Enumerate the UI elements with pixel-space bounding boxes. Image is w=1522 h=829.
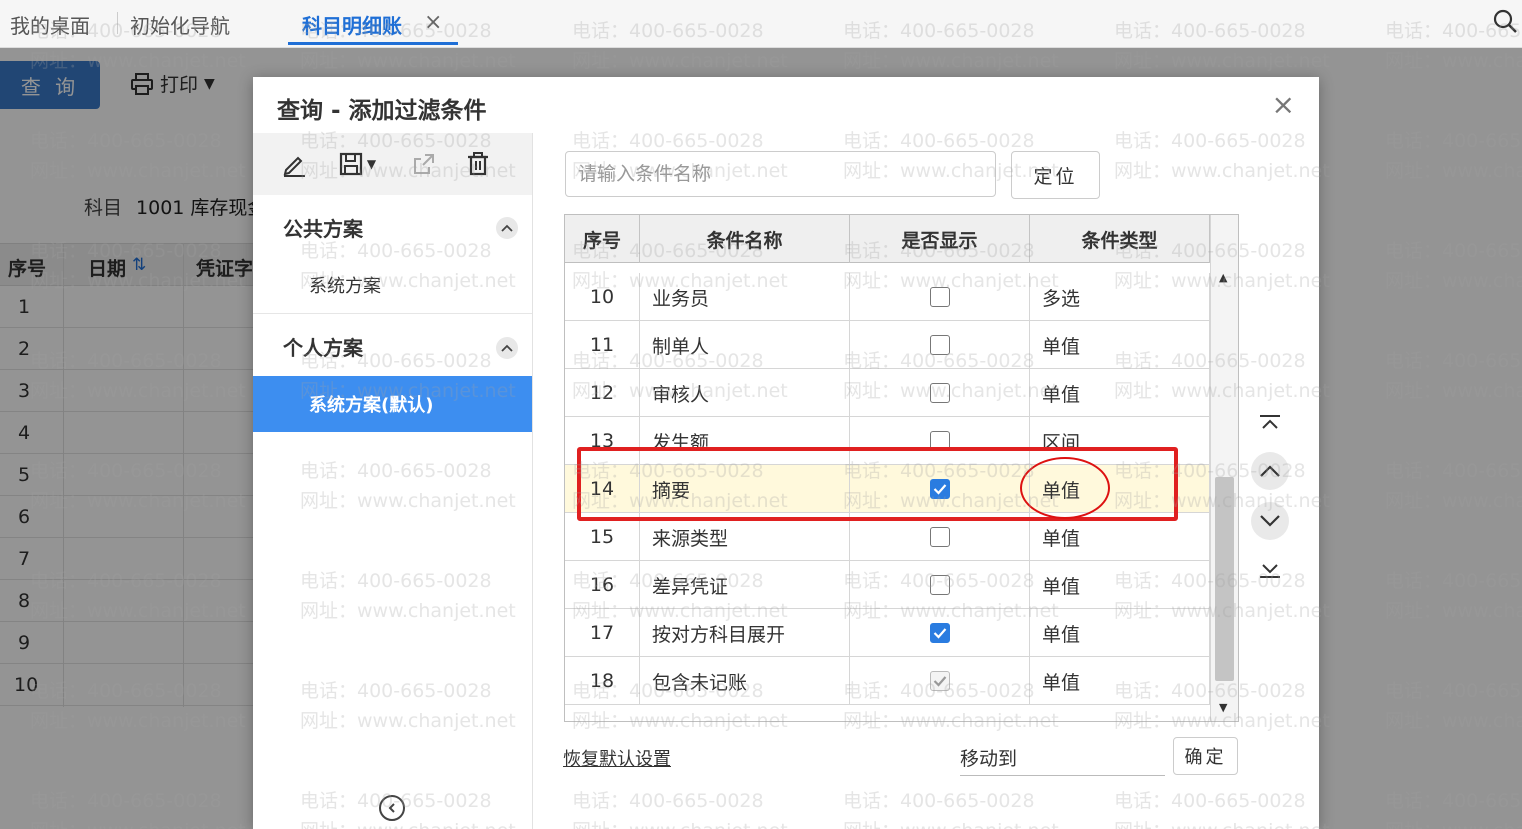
col-header-no: 序号 (565, 215, 640, 263)
condition-type[interactable]: 单值 (1030, 561, 1210, 609)
table-row[interactable]: 17 按对方科目展开 单值 (565, 609, 1210, 657)
chevron-down-icon[interactable]: ▼ (367, 157, 376, 171)
tab-divider (117, 12, 118, 34)
condition-name: 包含未记账 (640, 657, 850, 705)
dialog-title: 查询 - 添加过滤条件 (277, 98, 487, 124)
tab-close-icon[interactable]: × (424, 10, 442, 35)
condition-search-input[interactable] (565, 151, 996, 197)
plan-toolbar: ▼ (253, 133, 532, 195)
close-icon[interactable]: × (1272, 91, 1295, 119)
public-plans-title: 公共方案 (283, 217, 363, 241)
table-row[interactable]: 16 差异凭证 单值 (565, 561, 1210, 609)
show-cell (850, 657, 1030, 705)
show-checkbox[interactable] (929, 527, 950, 547)
grid-scrollbar[interactable]: ▲ ▼ (1210, 215, 1238, 721)
tab-init-nav[interactable]: 初始化导航 (130, 10, 230, 39)
tab-subject-ledger[interactable]: 科目明细账 (302, 10, 402, 39)
condition-name: 按对方科目展开 (640, 609, 850, 657)
condition-name: 差异凭证 (640, 561, 850, 609)
table-row[interactable]: 11 制单人 单值 (565, 321, 1210, 369)
collapse-up-icon[interactable] (496, 337, 518, 359)
row-number: 18 (565, 657, 640, 705)
export-icon[interactable] (407, 147, 441, 181)
show-checkbox[interactable] (929, 575, 950, 595)
condition-grid-header: 序号 条件名称 是否显示 条件类型 (565, 215, 1210, 263)
row-number: 12 (565, 369, 640, 417)
show-cell (850, 609, 1030, 657)
move-up-icon[interactable] (1251, 452, 1289, 490)
condition-type[interactable]: 单值 (1030, 609, 1210, 657)
collapse-up-icon[interactable] (496, 217, 518, 239)
condition-name: 审核人 (640, 369, 850, 417)
save-icon[interactable]: ▼ (333, 147, 381, 181)
group-divider (253, 313, 532, 314)
scroll-up-arrow-icon[interactable]: ▲ (1219, 271, 1227, 284)
search-icon[interactable] (1492, 8, 1518, 34)
col-header-condition-type: 条件类型 (1030, 215, 1210, 263)
show-cell (850, 561, 1030, 609)
collapse-left-icon[interactable] (379, 795, 405, 821)
show-checkbox (929, 671, 950, 691)
annotation-ellipse (1020, 457, 1110, 519)
show-cell (850, 273, 1030, 321)
personal-plans-title: 个人方案 (283, 336, 363, 360)
delete-icon[interactable] (461, 147, 495, 181)
scroll-down-arrow-icon[interactable]: ▼ (1219, 701, 1227, 714)
move-to-top-icon[interactable] (1251, 404, 1289, 442)
show-cell (850, 321, 1030, 369)
tab-bar: 我的桌面 初始化导航 科目明细账 × (0, 0, 1522, 48)
move-down-icon[interactable] (1251, 502, 1289, 540)
condition-name: 业务员 (640, 273, 850, 321)
scrollbar-thumb[interactable] (1215, 477, 1234, 681)
tab-desktop[interactable]: 我的桌面 (10, 10, 90, 39)
table-row[interactable]: 10 业务员 多选 (565, 273, 1210, 321)
restore-defaults-link[interactable]: 恢复默认设置 (563, 745, 671, 771)
show-cell (850, 369, 1030, 417)
edit-icon[interactable] (277, 147, 311, 181)
col-header-condition-name: 条件名称 (640, 215, 850, 263)
col-header-show: 是否显示 (850, 215, 1030, 263)
plan-pane: ▼ 公共方案 系统方案 个人方案 系统方案(默认) (253, 133, 533, 829)
condition-type[interactable]: 单值 (1030, 369, 1210, 417)
row-number: 11 (565, 321, 640, 369)
row-number: 16 (565, 561, 640, 609)
move-to-bottom-icon[interactable] (1251, 551, 1289, 589)
show-checkbox[interactable] (929, 335, 950, 355)
tab-active-indicator (288, 42, 458, 45)
move-to-field[interactable]: 移动到 (960, 744, 1165, 776)
condition-type[interactable]: 多选 (1030, 273, 1210, 321)
table-row[interactable]: 18 包含未记账 单值 (565, 657, 1210, 705)
table-row[interactable]: 12 审核人 单值 (565, 369, 1210, 417)
show-checkbox[interactable] (929, 623, 950, 643)
condition-name: 制单人 (640, 321, 850, 369)
row-number: 10 (565, 273, 640, 321)
condition-type[interactable]: 单值 (1030, 657, 1210, 705)
plan-item-system-default[interactable]: 系统方案(默认) (253, 376, 532, 432)
locate-button[interactable]: 定位 (1011, 151, 1100, 199)
ok-button[interactable]: 确定 (1173, 737, 1238, 775)
row-number: 17 (565, 609, 640, 657)
show-checkbox[interactable] (929, 287, 950, 307)
condition-type[interactable]: 单值 (1030, 321, 1210, 369)
show-checkbox[interactable] (929, 383, 950, 403)
plan-item-system[interactable]: 系统方案 (253, 257, 532, 313)
